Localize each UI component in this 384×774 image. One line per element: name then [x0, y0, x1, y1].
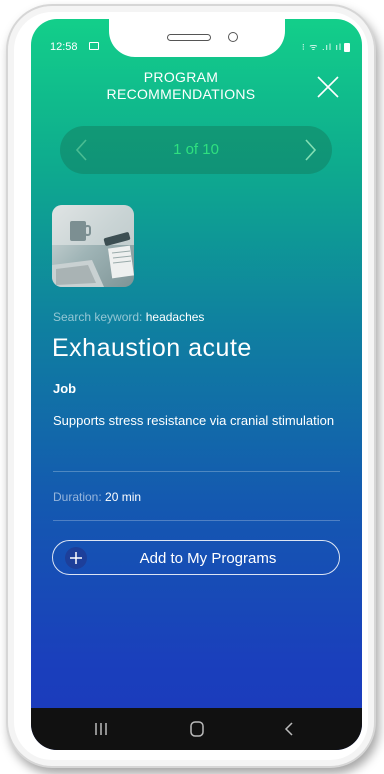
battery-icon — [344, 43, 350, 53]
front-camera — [228, 32, 238, 42]
next-button[interactable] — [300, 138, 320, 162]
home-icon — [190, 721, 204, 737]
divider-bottom — [53, 520, 340, 521]
pager-count: 1 of 10 — [173, 141, 219, 158]
add-button-label: Add to My Programs — [139, 550, 277, 567]
search-keyword-label: Search keyword: — [53, 310, 143, 324]
duration-value: 20 min — [105, 490, 142, 504]
recent-apps-icon — [95, 723, 107, 735]
system-navigation-bar — [31, 708, 362, 750]
chevron-right-icon — [305, 139, 317, 161]
home-button[interactable] — [185, 719, 209, 739]
close-button[interactable] — [316, 75, 340, 99]
page-title-line1: PROGRAM — [143, 69, 219, 85]
page-title-line2: RECOMMENDATIONS — [106, 86, 256, 102]
close-icon — [317, 76, 339, 98]
program-image — [52, 205, 134, 287]
add-to-my-programs-button[interactable]: Add to My Programs — [52, 540, 340, 575]
program-category: Job — [53, 381, 77, 396]
gallery-notification-icon — [89, 42, 99, 50]
page-title: PROGRAM RECOMMENDATIONS — [31, 69, 331, 103]
search-keyword: Search keyword: headaches — [53, 310, 204, 324]
status-time: 12:58 — [50, 41, 78, 53]
speaker-grille — [167, 34, 211, 41]
back-icon — [284, 722, 293, 736]
program-duration: Duration: 20 min — [53, 490, 141, 504]
program-title: Exhaustion acute — [52, 334, 252, 362]
recommendation-pager: 1 of 10 — [60, 126, 332, 174]
divider-top — [53, 471, 340, 472]
status-icons: ⁝ ᯤ .ıl ıl — [302, 40, 350, 53]
app-screen: 12:58 ⁝ ᯤ .ıl ıl PROGRAM RECOMMENDATIONS… — [31, 19, 362, 750]
duration-label: Duration: — [53, 490, 102, 504]
signal-icons: ⁝ ᯤ .ıl ıl — [301, 42, 342, 52]
program-description: Supports stress resistance via cranial s… — [53, 413, 335, 428]
search-keyword-value: headaches — [145, 310, 205, 324]
camera-notch — [109, 19, 285, 57]
recent-apps-button[interactable] — [89, 719, 113, 739]
back-button[interactable] — [277, 719, 301, 739]
